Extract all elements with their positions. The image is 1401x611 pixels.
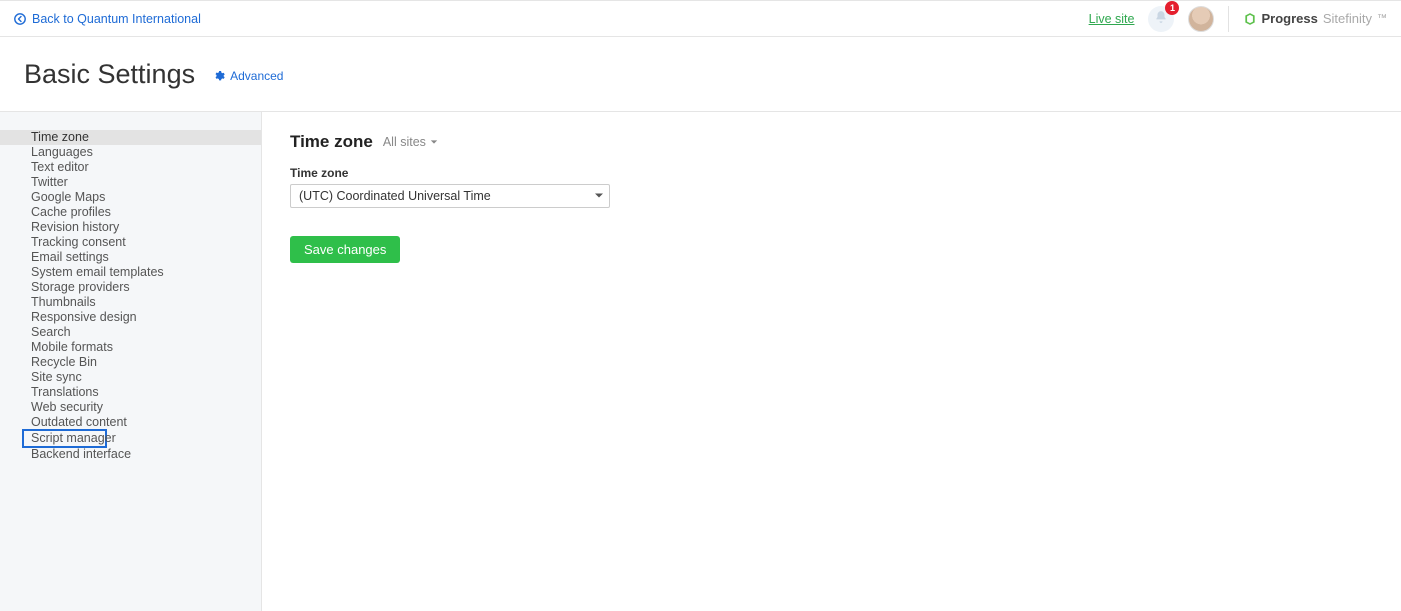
back-to-site-link[interactable]: Back to Quantum International xyxy=(14,12,201,26)
sidebar-item-web-security[interactable]: Web security xyxy=(0,400,261,415)
sidebar-item-site-sync[interactable]: Site sync xyxy=(0,370,261,385)
live-site-link[interactable]: Live site xyxy=(1089,12,1135,26)
save-changes-button[interactable]: Save changes xyxy=(290,236,400,263)
progress-icon xyxy=(1243,12,1257,26)
sidebar-item-system-email-templates[interactable]: System email templates xyxy=(0,265,261,280)
timezone-field: Time zone (UTC) Coordinated Universal Ti… xyxy=(290,166,1401,208)
settings-sidebar: Time zoneLanguagesText editorTwitterGoog… xyxy=(0,112,262,611)
sidebar-item-outdated-content[interactable]: Outdated content xyxy=(0,415,261,430)
topbar: Back to Quantum International Live site … xyxy=(0,0,1401,37)
field-label: Time zone xyxy=(290,166,1401,180)
brand-primary-text: Progress xyxy=(1261,11,1317,26)
user-avatar[interactable] xyxy=(1188,6,1214,32)
sidebar-item-text-editor[interactable]: Text editor xyxy=(0,160,261,175)
sidebar-item-email-settings[interactable]: Email settings xyxy=(0,250,261,265)
sidebar-item-search[interactable]: Search xyxy=(0,325,261,340)
back-arrow-icon xyxy=(14,13,26,25)
sidebar-item-twitter[interactable]: Twitter xyxy=(0,175,261,190)
section-title: Time zone xyxy=(290,132,373,152)
sidebar-item-responsive-design[interactable]: Responsive design xyxy=(0,310,261,325)
sidebar-item-translations[interactable]: Translations xyxy=(0,385,261,400)
sidebar-item-thumbnails[interactable]: Thumbnails xyxy=(0,295,261,310)
scope-selector[interactable]: All sites xyxy=(383,135,438,149)
timezone-select-wrap: (UTC) Coordinated Universal Time xyxy=(290,184,610,208)
sidebar-item-recycle-bin[interactable]: Recycle Bin xyxy=(0,355,261,370)
scope-label: All sites xyxy=(383,135,426,149)
back-link-label: Back to Quantum International xyxy=(32,12,201,26)
topbar-right: Live site 1 Progress Sitefinity ™ xyxy=(1089,6,1387,32)
sidebar-item-languages[interactable]: Languages xyxy=(0,145,261,160)
sidebar-item-script-manager[interactable]: Script manager xyxy=(22,429,107,448)
page-title: Basic Settings xyxy=(24,59,195,90)
notification-badge: 1 xyxy=(1165,1,1179,15)
notifications-button[interactable]: 1 xyxy=(1148,6,1174,32)
sidebar-item-time-zone[interactable]: Time zone xyxy=(0,130,261,145)
body-area: Time zoneLanguagesText editorTwitterGoog… xyxy=(0,112,1401,611)
sidebar-item-backend-interface[interactable]: Backend interface xyxy=(0,447,261,462)
brand-secondary-text: Sitefinity xyxy=(1323,11,1372,26)
main-content: Time zone All sites Time zone (UTC) Coor… xyxy=(262,112,1401,611)
trademark-icon: ™ xyxy=(1377,13,1387,24)
advanced-link[interactable]: Advanced xyxy=(213,69,283,83)
sidebar-item-cache-profiles[interactable]: Cache profiles xyxy=(0,205,261,220)
brand-logo: Progress Sitefinity ™ xyxy=(1243,11,1387,26)
caret-down-icon xyxy=(430,135,438,149)
timezone-select[interactable]: (UTC) Coordinated Universal Time xyxy=(290,184,610,208)
sidebar-item-revision-history[interactable]: Revision history xyxy=(0,220,261,235)
topbar-divider xyxy=(1228,6,1229,32)
gear-icon xyxy=(213,70,225,82)
section-title-row: Time zone All sites xyxy=(290,132,1401,152)
sidebar-item-tracking-consent[interactable]: Tracking consent xyxy=(0,235,261,250)
page-header: Basic Settings Advanced xyxy=(0,37,1401,112)
sidebar-item-google-maps[interactable]: Google Maps xyxy=(0,190,261,205)
advanced-link-label: Advanced xyxy=(230,69,283,83)
sidebar-item-mobile-formats[interactable]: Mobile formats xyxy=(0,340,261,355)
sidebar-item-storage-providers[interactable]: Storage providers xyxy=(0,280,261,295)
